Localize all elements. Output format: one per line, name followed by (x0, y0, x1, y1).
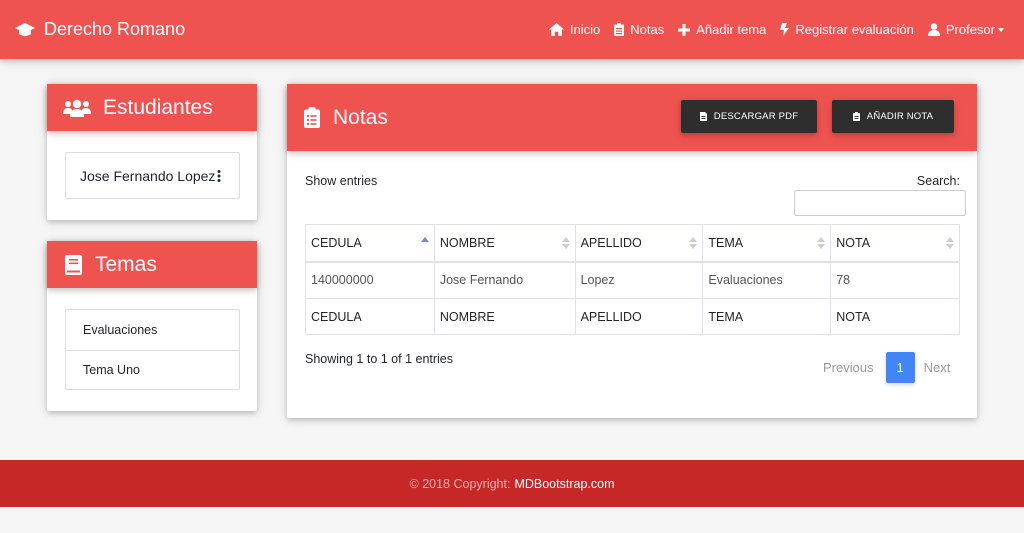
users-icon (63, 99, 91, 117)
notas-title: Notas (333, 105, 388, 129)
brand[interactable]: Derecho Romano (14, 19, 185, 40)
add-nota-label: AÑADIR NOTA (866, 111, 934, 122)
sort-icon (420, 237, 429, 251)
table-header-row: CEDULA NOMBRE APELLIDO TEMA NOTA (305, 224, 960, 263)
cell-apellido: Lopez (574, 261, 704, 299)
column-header-nota[interactable]: NOTA (830, 224, 960, 263)
estudiantes-card: Estudiantes Jose Fernando Lopez (47, 84, 257, 220)
user-icon (927, 23, 940, 36)
list-item-estudiante[interactable]: Jose Fernando Lopez (66, 153, 239, 198)
graduation-cap-icon (15, 22, 35, 36)
sort-icon (689, 237, 698, 251)
footer-nota: NOTA (830, 298, 960, 335)
search-label: Search: (916, 174, 960, 188)
column-header-apellido[interactable]: APELLIDO (574, 224, 704, 263)
nav-notas[interactable]: Notas (614, 22, 664, 37)
column-header-nombre[interactable]: NOMBRE (433, 224, 576, 263)
column-header-label: APELLIDO (580, 235, 642, 250)
list-item-tema[interactable]: Tema Uno (66, 350, 239, 389)
page-footer: © 2018 Copyright: MDBootstrap.com (0, 460, 1024, 507)
notas-card-header: Notas DESCARGAR PDF AÑADIR NOTA (287, 84, 977, 151)
footer-apellido: APELLIDO (574, 298, 704, 335)
table-info: Showing 1 to 1 of 1 entries (305, 352, 454, 366)
sort-icon (817, 237, 826, 251)
cell-cedula: 140000000 (305, 261, 435, 299)
nav-registrar-evaluacion-label: Registrar evaluación (795, 22, 914, 37)
sort-icon (946, 237, 954, 251)
list-item-tema[interactable]: Evaluaciones (66, 310, 239, 350)
pagination-page-1[interactable]: 1 (885, 352, 915, 383)
chevron-down-icon (998, 27, 1004, 32)
tema-label: Evaluaciones (83, 323, 158, 337)
footer-copyright: © 2018 Copyright: (409, 476, 511, 491)
pagination: Previous 1 Next (815, 352, 958, 383)
cell-nota: 78 (830, 261, 960, 299)
nav-inicio-label: Inicio (569, 22, 601, 37)
temas-card: Temas Evaluaciones Tema Uno (47, 241, 257, 411)
pagination-next[interactable]: Next (916, 360, 959, 375)
cell-nombre: Jose Fernando (433, 261, 576, 299)
estudiante-name: Jose Fernando Lopez (80, 167, 216, 184)
estudiantes-title: Estudiantes (103, 95, 213, 119)
clipboard-icon (852, 112, 860, 121)
column-header-label: TEMA (708, 235, 744, 250)
plus-icon (678, 23, 691, 36)
top-navbar: Derecho Romano Inicio Notas Añadir tema … (0, 0, 1024, 59)
nav-profesor-dropdown[interactable]: Profesor (927, 22, 1004, 37)
tema-label: Tema Uno (83, 363, 140, 377)
column-header-label: NOTA (836, 235, 871, 250)
column-header-label: CEDULA (311, 235, 362, 250)
footer-nombre: NOMBRE (433, 298, 576, 335)
add-nota-button[interactable]: AÑADIR NOTA (832, 100, 954, 133)
show-entries-label: Show entries (305, 174, 378, 188)
column-header-cedula[interactable]: CEDULA (305, 224, 435, 263)
pagination-previous[interactable]: Previous (815, 360, 882, 375)
footer-tema: TEMA (702, 298, 832, 335)
notas-table: CEDULA NOMBRE APELLIDO TEMA NOTA 1400000… (305, 224, 960, 335)
nav-inicio[interactable]: Inicio (548, 22, 601, 37)
more-vertical-icon[interactable] (217, 169, 221, 182)
temas-list: Evaluaciones Tema Uno (65, 309, 240, 390)
sort-icon (561, 237, 570, 251)
nav-menu: Inicio Notas Añadir tema Registrar evalu… (535, 0, 1004, 59)
estudiantes-card-header: Estudiantes (47, 84, 257, 131)
nav-anadir-tema[interactable]: Añadir tema (678, 22, 766, 37)
nav-notas-label: Notas (630, 22, 665, 37)
temas-card-header: Temas (47, 241, 257, 288)
footer-cedula: CEDULA (305, 298, 435, 335)
temas-title: Temas (95, 252, 157, 276)
column-header-label: NOMBRE (439, 235, 495, 250)
notas-card: Notas DESCARGAR PDF AÑADIR NOTA Show ent… (287, 84, 977, 418)
book-icon (65, 254, 82, 275)
file-pdf-icon (699, 112, 707, 121)
table-footer-row: CEDULA NOMBRE APELLIDO TEMA NOTA (305, 298, 960, 335)
home-icon (548, 23, 564, 36)
nav-anadir-tema-label: Añadir tema (696, 22, 767, 37)
nav-profesor-label: Profesor (945, 22, 995, 37)
clipboard-icon (614, 23, 625, 36)
search-input[interactable] (794, 190, 966, 216)
footer-link[interactable]: MDBootstrap.com (514, 477, 614, 491)
clipboard-list-icon (304, 107, 320, 128)
brand-label: Derecho Romano (44, 19, 186, 39)
notas-table-wrapper: CEDULA NOMBRE APELLIDO TEMA NOTA 1400000… (305, 224, 960, 335)
download-pdf-label: DESCARGAR PDF (713, 111, 799, 122)
column-header-tema[interactable]: TEMA (702, 224, 832, 263)
bolt-icon (780, 23, 790, 36)
table-row[interactable]: 140000000 Jose Fernando Lopez Evaluacion… (305, 261, 960, 299)
nav-registrar-evaluacion[interactable]: Registrar evaluación (780, 22, 914, 37)
cell-tema: Evaluaciones (702, 261, 832, 299)
download-pdf-button[interactable]: DESCARGAR PDF (681, 100, 817, 133)
estudiantes-list: Jose Fernando Lopez (65, 152, 240, 199)
